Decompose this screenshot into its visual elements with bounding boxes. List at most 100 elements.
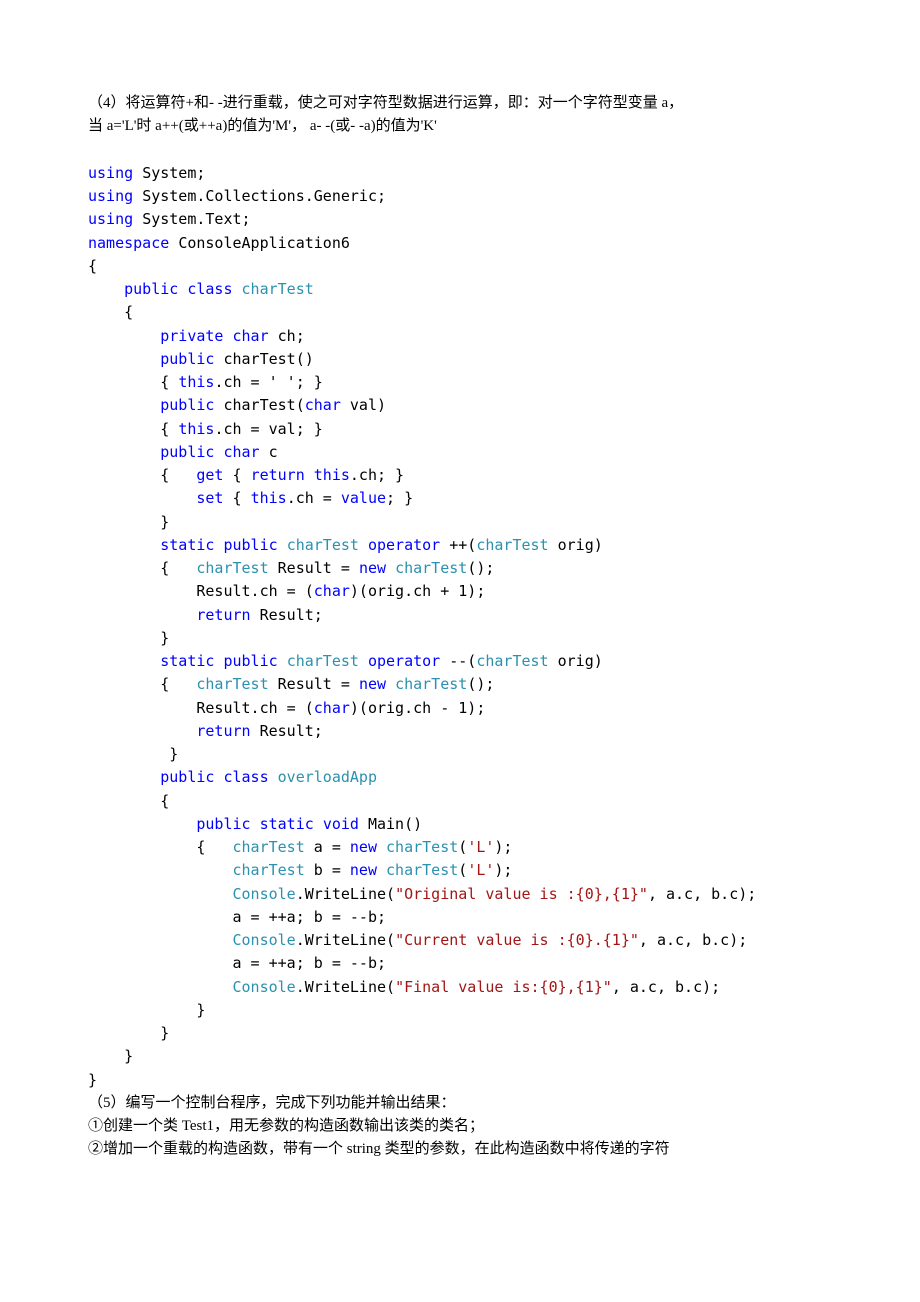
typ-chartest: charTest: [476, 536, 548, 554]
typ-chartest: charTest: [386, 838, 458, 856]
writeline: .WriteLine(: [296, 885, 395, 903]
op-open: {: [160, 559, 196, 577]
ctor1-a: charTest(: [214, 396, 304, 414]
console: Console: [233, 885, 296, 903]
op-inc-assign-a: Result.ch = (: [160, 582, 314, 600]
cls-chartest: charTest: [242, 280, 314, 298]
char-l: 'L': [467, 861, 494, 879]
op-inc-b: orig): [549, 536, 603, 554]
main-c-pre: [196, 931, 232, 949]
kw-using: using: [88, 187, 133, 205]
kw-operator: operator: [368, 536, 440, 554]
kw-set: set: [196, 489, 223, 507]
main-ab1: a = ++a; b = --b;: [196, 908, 386, 926]
prop-set-c: ; }: [386, 489, 413, 507]
op-dec-assign-a: Result.ch = (: [160, 699, 314, 717]
typ-chartest: charTest: [233, 861, 305, 879]
ns-name: ConsoleApplication6: [178, 234, 350, 252]
brace-close: }: [160, 629, 169, 647]
op-res-decl: Result =: [269, 675, 359, 693]
op-open: {: [160, 675, 196, 693]
kw-return: return: [251, 466, 305, 484]
kw-class: class: [223, 768, 268, 786]
op-close: }: [160, 745, 178, 763]
tail: , a.c, b.c);: [612, 978, 720, 996]
prop-sig: c: [260, 443, 278, 461]
typ-chartest: charTest: [395, 559, 467, 577]
cls-overloadapp: overloadApp: [278, 768, 377, 786]
kw-this: this: [178, 373, 214, 391]
kw-return: return: [196, 722, 250, 740]
str-current: "Current value is :{0}.{1}": [395, 931, 639, 949]
kw-this: this: [178, 420, 214, 438]
kw-public: public: [160, 443, 214, 461]
kw-class: class: [187, 280, 232, 298]
kw-private: private: [160, 327, 223, 345]
op-res-new: ();: [467, 675, 494, 693]
writeline: .WriteLine(: [296, 931, 395, 949]
op-res-decl: Result =: [269, 559, 359, 577]
tail: , a.c, b.c);: [648, 885, 756, 903]
typ-chartest: charTest: [196, 675, 268, 693]
ctor0-body: .ch = ' '; }: [214, 373, 322, 391]
ctor1-open: {: [160, 420, 178, 438]
kw-char: char: [314, 699, 350, 717]
typ-chartest: charTest: [287, 652, 359, 670]
op-dec-b: orig): [549, 652, 603, 670]
typ-chartest: charTest: [386, 861, 458, 879]
main-sig: Main(): [359, 815, 422, 833]
kw-public: public: [124, 280, 178, 298]
kw-namespace: namespace: [88, 234, 169, 252]
ctor0-sig: charTest(): [214, 350, 313, 368]
op-ret-a: [160, 722, 196, 740]
kw-public: public: [223, 536, 277, 554]
typ-chartest: charTest: [196, 559, 268, 577]
kw-value: value: [341, 489, 386, 507]
writeline: .WriteLine(: [296, 978, 395, 996]
prop-get-b: {: [223, 466, 250, 484]
q5-item-1: ①创建一个类 Test1，用无参数的构造函数输出该类的类名；: [88, 1115, 832, 1138]
typ-chartest: charTest: [476, 652, 548, 670]
kw-operator: operator: [368, 652, 440, 670]
char-l: 'L': [467, 838, 494, 856]
console: Console: [233, 931, 296, 949]
prop-set-b: .ch =: [287, 489, 341, 507]
kw-public: public: [160, 768, 214, 786]
prop-get-c: .ch; }: [350, 466, 404, 484]
field-ch: ch;: [269, 327, 305, 345]
prop-set-a: {: [223, 489, 250, 507]
kw-static: static: [260, 815, 314, 833]
using-text: System.Text;: [142, 210, 250, 228]
ctor0-open: {: [160, 373, 178, 391]
str-final: "Final value is:{0},{1}": [395, 978, 612, 996]
kw-new: new: [359, 675, 386, 693]
main-c-pre: [196, 885, 232, 903]
op-dec-a: --(: [440, 652, 476, 670]
kw-char: char: [305, 396, 341, 414]
str-original: "Original value is :{0},{1}": [395, 885, 648, 903]
ctor1-body: .ch = val; }: [214, 420, 322, 438]
kw-get: get: [196, 466, 223, 484]
using-system: System;: [142, 164, 205, 182]
brace-close: }: [160, 513, 169, 531]
kw-char: char: [223, 443, 259, 461]
main-ab2: a = ++a; b = --b;: [196, 954, 386, 972]
typ-chartest: charTest: [233, 838, 305, 856]
kw-this: this: [314, 466, 350, 484]
q5-title: （5）编写一个控制台程序，完成下列功能并输出结果：: [88, 1092, 832, 1115]
op-inc-a: ++(: [440, 536, 476, 554]
kw-public: public: [223, 652, 277, 670]
op-ret-b: Result;: [251, 606, 323, 624]
typ-chartest: charTest: [287, 536, 359, 554]
op-inc-assign-b: )(orig.ch + 1);: [350, 582, 485, 600]
typ-chartest: charTest: [395, 675, 467, 693]
op-ret-a: [160, 606, 196, 624]
kw-new: new: [350, 838, 377, 856]
q4-title-line1: （4）将运算符+和- -进行重载，使之可对字符型数据进行运算，即：对一个字符型变…: [88, 92, 832, 115]
code-block: using System; using System.Collections.G…: [88, 139, 832, 1092]
kw-public: public: [196, 815, 250, 833]
prop-get-a: {: [160, 466, 196, 484]
console: Console: [233, 978, 296, 996]
kw-this: this: [251, 489, 287, 507]
main-open: {: [196, 838, 232, 856]
